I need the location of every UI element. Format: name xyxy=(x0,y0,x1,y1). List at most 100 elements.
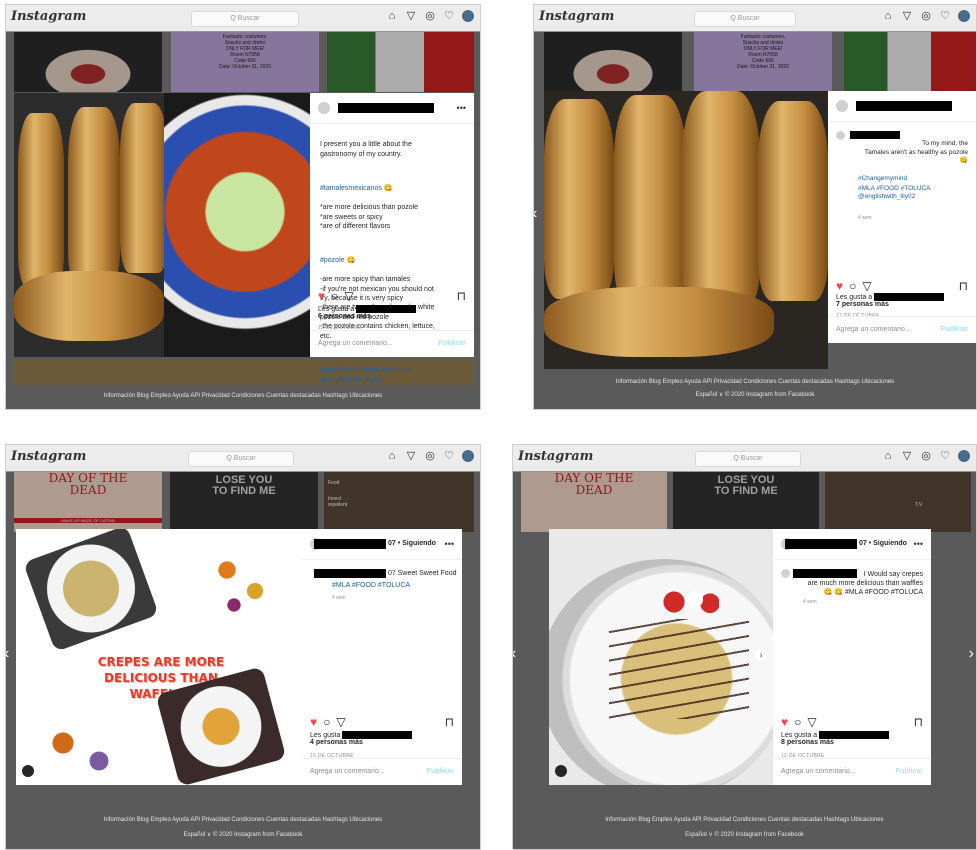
instagram-logo[interactable]: Instagram xyxy=(518,449,593,464)
avatar-icon[interactable] xyxy=(958,10,970,22)
likes-count[interactable]: 6 personas más xyxy=(318,313,416,320)
bookmark-icon[interactable]: ⊓ xyxy=(457,289,466,303)
explore-icon[interactable]: ◎ xyxy=(920,450,932,462)
more-options-icon[interactable]: ••• xyxy=(457,103,466,113)
tagged-user-icon[interactable] xyxy=(555,765,567,777)
top-nav-bar: Instagram Q Buscar ⌂ ▽ ◎ ♡ xyxy=(6,5,480,32)
instagram-logo[interactable]: Instagram xyxy=(11,449,86,464)
caption-hashtags[interactable]: #MLA #FOOD #TOLUCA xyxy=(332,582,410,589)
likes-summary[interactable]: Les gusta a 7 personas más xyxy=(836,293,945,308)
heart-icon[interactable]: ♡ xyxy=(939,10,951,22)
carousel-next-icon[interactable]: › xyxy=(755,649,767,661)
chocolate-drizzle xyxy=(609,619,749,719)
hashtag-tamales[interactable]: #tamalesmexicanos 😋 xyxy=(320,184,466,193)
publish-button[interactable]: Publicar xyxy=(895,768,923,775)
likes-count[interactable]: 8 personas más xyxy=(781,739,889,746)
footer-links[interactable]: Información Blog Empleo Ayuda API Privac… xyxy=(6,393,480,399)
share-icon[interactable]: ▽ xyxy=(344,289,353,303)
commenter-avatar[interactable] xyxy=(836,131,845,140)
publish-button[interactable]: Publicar xyxy=(438,340,466,347)
like-heart-icon[interactable]: ♥ xyxy=(310,715,317,729)
footer-copyright[interactable]: Español ∨ © 2020 Instagram from Facebook xyxy=(6,831,480,838)
search-input[interactable]: Q Buscar xyxy=(694,11,796,27)
header-following[interactable]: 07 • Siguiendo xyxy=(859,540,907,547)
post-panel: ••• I present you a little about the gas… xyxy=(310,93,474,384)
post-hashtags: #MLA #FOOD #TOLUCA @englishwith_lily02 4… xyxy=(858,163,968,230)
avatar-icon[interactable] xyxy=(462,10,474,22)
share-icon[interactable]: ▽ xyxy=(336,715,345,729)
likes-count[interactable]: 7 personas más xyxy=(836,301,944,308)
like-heart-icon[interactable]: ♥ xyxy=(836,279,843,293)
comment-input[interactable]: Agrega un comentario... xyxy=(836,326,911,333)
home-icon[interactable]: ⌂ xyxy=(882,450,894,462)
likes-summary[interactable]: Les gusta a 8 personas más xyxy=(781,731,890,746)
commenter-avatar[interactable] xyxy=(781,569,790,578)
caption-hashtags[interactable]: #MLA #FOOD #TOLUCA @englishwith_lily02 xyxy=(858,185,968,203)
comment-input[interactable]: Agrega un comentario... xyxy=(318,340,393,347)
comment-icon[interactable]: ○ xyxy=(794,715,801,729)
explore-icon[interactable]: ◎ xyxy=(424,450,436,462)
search-input[interactable]: Q Buscar xyxy=(191,11,299,27)
heart-icon[interactable]: ♡ xyxy=(443,10,455,22)
footer-copyright[interactable]: Español ∨ © 2020 Instagram from Facebook xyxy=(534,391,976,398)
tamal-1 xyxy=(544,99,614,299)
tagged-user-icon[interactable] xyxy=(22,765,34,777)
post-image[interactable]: CREPES ARE MORE DELICIOUS THAN WAFFLES xyxy=(16,529,302,785)
likes-count[interactable]: 4 personas más xyxy=(310,739,412,746)
post-image[interactable] xyxy=(14,93,310,357)
search-input[interactable]: Q Buscar xyxy=(695,451,801,467)
bookmark-icon[interactable]: ⊓ xyxy=(914,715,923,729)
publish-button[interactable]: Publicar xyxy=(940,326,968,333)
direct-icon[interactable]: ▽ xyxy=(901,450,913,462)
author-avatar[interactable] xyxy=(836,100,848,112)
comment-icon[interactable]: ○ xyxy=(331,289,338,303)
direct-icon[interactable]: ▽ xyxy=(405,10,417,22)
footer-links[interactable]: Información Blog Empleo Ayuda API Privac… xyxy=(534,379,976,385)
caption-time: 4 sem xyxy=(803,599,817,605)
instagram-logo[interactable]: Instagram xyxy=(11,9,86,24)
explore-icon[interactable]: ◎ xyxy=(424,10,436,22)
footer-links[interactable]: Información Blog Empleo Ayuda API Privac… xyxy=(6,817,480,823)
explore-icon[interactable]: ◎ xyxy=(920,10,932,22)
next-arrow-icon[interactable]: › xyxy=(969,645,974,663)
home-icon[interactable]: ⌂ xyxy=(386,450,398,462)
like-heart-icon[interactable]: ♥ xyxy=(781,715,788,729)
heart-icon[interactable]: ♡ xyxy=(443,450,455,462)
likes-summary[interactable]: Les gusta a 6 personas más xyxy=(318,305,417,320)
author-avatar[interactable] xyxy=(318,102,330,114)
prev-arrow-icon[interactable]: ‹ xyxy=(513,645,516,663)
home-icon[interactable]: ⌂ xyxy=(386,10,398,22)
bookmark-icon[interactable]: ⊓ xyxy=(445,715,454,729)
publish-button[interactable]: Publicar xyxy=(426,768,454,775)
more-options-icon[interactable]: ••• xyxy=(914,539,923,549)
home-icon[interactable]: ⌂ xyxy=(882,10,894,22)
comment-input[interactable]: Agrega un comentario... xyxy=(310,768,385,775)
bookmark-icon[interactable]: ⊓ xyxy=(959,279,968,293)
direct-icon[interactable]: ▽ xyxy=(405,450,417,462)
direct-icon[interactable]: ▽ xyxy=(901,10,913,22)
search-input[interactable]: Q Buscar xyxy=(188,451,294,467)
share-icon[interactable]: ▽ xyxy=(862,279,871,293)
header-following[interactable]: 07 • Siguiendo xyxy=(388,540,436,547)
more-options-icon[interactable]: ••• xyxy=(445,539,454,549)
like-heart-icon[interactable]: ♥ xyxy=(318,289,325,303)
caption-hashtags[interactable]: #mla #food #toluca #edomex @englishwith_… xyxy=(320,366,466,385)
footer-links[interactable]: Información Blog Empleo Ayuda API Privac… xyxy=(513,817,976,823)
post-header: 07 • Siguiendo ••• xyxy=(302,529,462,560)
comment-icon[interactable]: ○ xyxy=(323,715,330,729)
heart-icon[interactable]: ♡ xyxy=(939,450,951,462)
comment-input[interactable]: Agrega un comentario... xyxy=(781,768,856,775)
hashtag-pozole[interactable]: #pozole 😋 xyxy=(320,256,466,265)
comment-icon[interactable]: ○ xyxy=(849,279,856,293)
likes-summary[interactable]: Les gusta 4 personas más xyxy=(310,731,413,746)
share-icon[interactable]: ▽ xyxy=(807,715,816,729)
footer-copyright[interactable]: Español ∨ © 2020 Instagram from Facebook xyxy=(513,831,976,838)
prev-arrow-icon[interactable]: ‹ xyxy=(534,205,537,223)
post-image[interactable] xyxy=(544,91,828,369)
prev-arrow-icon[interactable]: ‹ xyxy=(6,645,9,663)
instagram-logo[interactable]: Instagram xyxy=(539,9,614,24)
avatar-icon[interactable] xyxy=(958,450,970,462)
avatar-icon[interactable] xyxy=(462,450,474,462)
post-image[interactable]: › xyxy=(549,529,773,785)
caption-tamales-list: *are more delicious than pozole *are swe… xyxy=(320,204,419,230)
